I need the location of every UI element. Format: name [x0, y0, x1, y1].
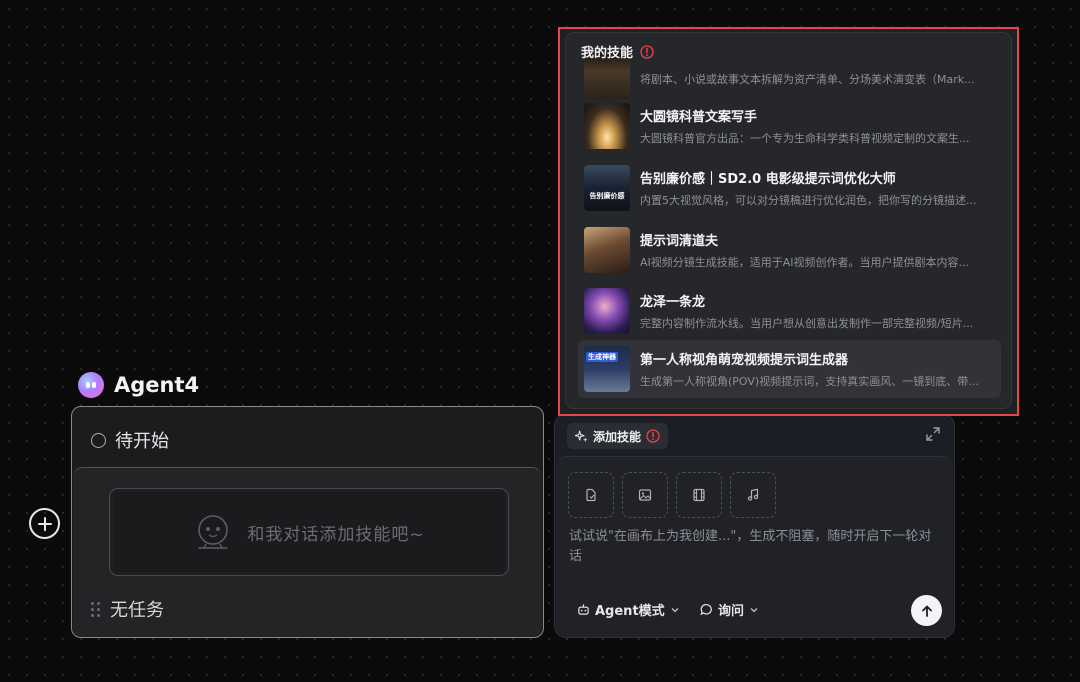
- add-node-button[interactable]: [29, 508, 60, 539]
- agent-avatar-icon: [78, 372, 104, 398]
- skills-title: 我的技能: [581, 46, 634, 61]
- send-button[interactable]: [911, 595, 942, 626]
- skills-dropdown: 我的技能 将剧本、小说或故事文本拆解为资产清单、分场美术演变表（Mark...: [558, 27, 1019, 416]
- robot-icon: [578, 604, 589, 615]
- task-row: 无任务: [91, 596, 164, 622]
- agent-name: Agent4: [114, 373, 200, 397]
- skills-list-panel[interactable]: 我的技能 将剧本、小说或故事文本拆解为资产清单、分场美术演变表（Mark...: [565, 32, 1012, 409]
- chat-skill-slot[interactable]: 和我对话添加技能吧~: [109, 488, 509, 576]
- agent-mode-dropdown[interactable]: Agent模式: [577, 600, 680, 619]
- chat-bubble-icon: [700, 604, 712, 616]
- agent-mode-label: Agent模式: [595, 604, 665, 619]
- task-text: 无任务: [110, 600, 164, 621]
- skill-desc: 大圆镜科普官方出品：一个专为生命科学类科普视频定制的文案生...: [640, 132, 970, 145]
- skill-name: 大圆镜科普文案写手: [640, 110, 758, 125]
- status-text: 待开始: [115, 431, 169, 452]
- skill-item[interactable]: 提示词清道夫 AI视频分镜生成技能，适用于AI视频创作者。当用户提供剧本内容..…: [578, 221, 1001, 279]
- skill-desc: 内置5大视觉风格，可以对分镜稿进行优化润色，把你写的分镜描述...: [640, 194, 977, 207]
- skill-desc: AI视频分镜生成技能，适用于AI视频创作者。当用户提供剧本内容...: [640, 256, 970, 269]
- drag-handle-icon[interactable]: [91, 601, 100, 617]
- skill-item-hovered[interactable]: 生成神器 第一人称视角萌宠视频提示词生成器 生成第一人称视角(POV)视频提示词…: [578, 340, 1001, 398]
- agent-status: 待开始: [91, 427, 169, 453]
- upload-document-button[interactable]: [568, 472, 614, 518]
- chevron-down-icon: [750, 607, 758, 612]
- skill-item[interactable]: 龙泽一条龙 完整内容制作流水线。当用户想从创意出发制作一部完整视频/短片...: [578, 282, 1001, 340]
- add-skill-label: 添加技能: [593, 429, 642, 444]
- plus-icon: [37, 516, 52, 531]
- image-icon: [638, 489, 652, 501]
- film-icon: [693, 488, 705, 502]
- upload-slots: [568, 472, 776, 518]
- skill-desc: 将剧本、小说或故事文本拆解为资产清单、分场美术演变表（Mark...: [640, 72, 975, 86]
- sparkle-icon: [575, 430, 588, 442]
- prompt-placeholder: 试试说"在画布上为我创建..."，生成不阻塞，随时开启下一轮对话: [569, 529, 932, 564]
- agent-card[interactable]: 待开始 和我对话添加技能吧~ 无任务: [71, 406, 544, 638]
- agent-inner-card: 和我对话添加技能吧~ 无任务: [73, 467, 542, 637]
- robot-face-icon: [198, 515, 229, 549]
- skill-thumbnail: 生成神器: [584, 346, 630, 392]
- warning-icon: [646, 429, 660, 443]
- add-skill-button[interactable]: 添加技能: [567, 423, 669, 449]
- skill-name: 龙泽一条龙: [640, 295, 706, 310]
- status-circle-icon: [91, 432, 106, 448]
- skill-desc: 完整内容制作流水线。当用户想从创意出发制作一部完整视频/短片...: [640, 317, 974, 330]
- skill-thumbnail: [584, 227, 630, 273]
- skills-header: 我的技能: [581, 42, 654, 61]
- agent-header: Agent4: [78, 372, 199, 398]
- chat-input-panel: 添加技能 试试说"在画布上为我创建..."，生成不阻塞，随时开启下一轮对话 Ag…: [554, 414, 955, 638]
- skill-name: 第一人称视角萌宠视频提示词生成器: [640, 353, 849, 368]
- thumbnail-caption: 告别廉价感: [589, 192, 625, 200]
- upload-image-button[interactable]: [622, 472, 668, 518]
- skill-thumbnail: [584, 288, 630, 334]
- skill-thumbnail: [584, 103, 630, 149]
- upload-video-button[interactable]: [676, 472, 722, 518]
- expand-icon[interactable]: [926, 427, 940, 441]
- arrow-up-icon: [921, 605, 932, 617]
- ask-dropdown[interactable]: 询问: [700, 600, 759, 619]
- upload-audio-button[interactable]: [730, 472, 776, 518]
- chat-hint-text: 和我对话添加技能吧~: [247, 524, 425, 545]
- input-area[interactable]: 试试说"在画布上为我创建..."，生成不阻塞，随时开启下一轮对话 Agent模式…: [556, 456, 953, 637]
- warning-icon: [640, 44, 654, 59]
- skill-name: 告别廉价感｜SD2.0 电影级提示词优化大师: [640, 172, 896, 187]
- document-icon: [586, 488, 596, 502]
- chevron-down-icon: [671, 607, 679, 612]
- thumbnail-caption: 生成神器: [586, 352, 618, 362]
- skill-item[interactable]: 大圆镜科普文案写手 大圆镜科普官方出品：一个专为生命科学类科普视频定制的文案生.…: [578, 97, 1001, 155]
- skill-name: 提示词清道夫: [640, 234, 719, 249]
- skill-item[interactable]: 告别廉价感 告别廉价感｜SD2.0 电影级提示词优化大师 内置5大视觉风格，可以…: [578, 159, 1001, 217]
- music-icon: [747, 488, 759, 501]
- skill-desc: 生成第一人称视角(POV)视频提示词，支持真实画风、一镜到底、带...: [640, 375, 979, 388]
- skill-thumbnail: 告别廉价感: [584, 165, 630, 211]
- ask-label: 询问: [718, 604, 745, 619]
